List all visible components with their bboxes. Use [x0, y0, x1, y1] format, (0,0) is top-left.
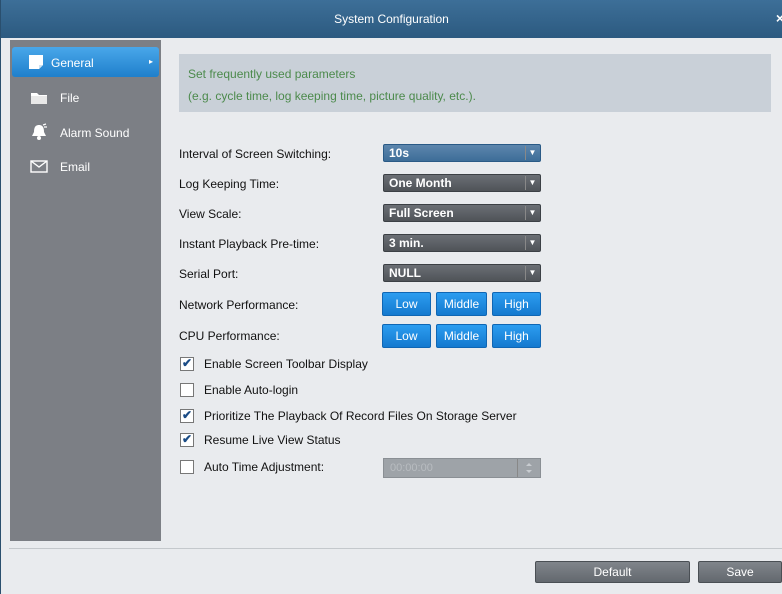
playback-pretime-select[interactable]: 3 min. ▼ — [383, 234, 541, 252]
bell-icon — [32, 123, 47, 140]
sidebar-item-label: Alarm Sound — [60, 126, 130, 140]
toolbar-display-checkbox[interactable]: ✔ — [180, 356, 194, 371]
chevron-down-icon: ▼ — [525, 176, 539, 190]
description-line-2: (e.g. cycle time, log keeping time, pict… — [188, 89, 476, 103]
toolbar-display-label: Enable Screen Toolbar Display — [204, 357, 368, 371]
window-title: System Configuration — [334, 12, 449, 26]
serial-port-label: Serial Port: — [179, 267, 239, 281]
chevron-down-icon: ▼ — [525, 266, 539, 280]
checkmark-icon: ✔ — [182, 432, 193, 446]
log-keeping-select[interactable]: One Month ▼ — [383, 174, 541, 192]
prioritize-playback-label: Prioritize The Playback Of Record Files … — [204, 409, 517, 423]
view-scale-value: Full Screen — [389, 206, 454, 220]
save-button[interactable]: Save — [698, 561, 782, 583]
chevron-right-icon: ▸ — [148, 57, 153, 66]
close-icon[interactable]: × — [776, 10, 782, 26]
log-keeping-label: Log Keeping Time: — [179, 177, 280, 191]
auto-time-field: 00:00:00 — [383, 458, 541, 478]
folder-icon — [31, 93, 47, 104]
sidebar-item-label: Email — [60, 160, 91, 174]
serial-port-value: NULL — [389, 266, 421, 280]
view-scale-select[interactable]: Full Screen ▼ — [383, 204, 541, 222]
interval-select[interactable]: 10s ▼ — [383, 144, 541, 162]
system-configuration-window: System Configuration × General ▸ File Al… — [0, 0, 782, 594]
interval-value: 10s — [389, 146, 410, 160]
log-keeping-value: One Month — [389, 176, 452, 190]
footer-divider — [9, 548, 782, 549]
cpu-middle-button[interactable]: Middle — [436, 324, 487, 348]
sidebar-item-alarm-sound[interactable]: Alarm Sound — [10, 117, 161, 147]
spinner-icon — [517, 459, 532, 477]
network-middle-button[interactable]: Middle — [436, 292, 487, 316]
description-box: Set frequently used parameters (e.g. cyc… — [179, 54, 771, 112]
prioritize-playback-checkbox[interactable]: ✔ — [180, 408, 194, 423]
network-low-button[interactable]: Low — [382, 292, 431, 316]
auto-login-label: Enable Auto-login — [204, 383, 299, 397]
cpu-performance-label: CPU Performance: — [179, 329, 280, 343]
sidebar-item-label: File — [60, 91, 80, 105]
chevron-down-icon: ▼ — [525, 146, 539, 160]
checkmark-icon: ✔ — [182, 408, 193, 422]
general-settings-panel: Set frequently used parameters (e.g. cyc… — [161, 40, 782, 541]
sidebar: General ▸ File Alarm Sound Email — [10, 40, 161, 541]
playback-pretime-label: Instant Playback Pre-time: — [179, 237, 320, 251]
title-bar[interactable]: System Configuration × — [1, 0, 782, 38]
description-line-1: Set frequently used parameters — [188, 67, 356, 81]
auto-time-value: 00:00:00 — [390, 462, 433, 474]
auto-time-checkbox[interactable] — [180, 460, 194, 474]
sidebar-item-file[interactable]: File — [10, 82, 161, 112]
auto-time-label: Auto Time Adjustment: — [204, 460, 325, 474]
envelope-icon — [30, 160, 48, 173]
auto-login-checkbox[interactable] — [180, 383, 194, 397]
default-button[interactable]: Default — [535, 561, 690, 583]
checkmark-icon: ✔ — [182, 356, 193, 370]
cpu-high-button[interactable]: High — [492, 324, 541, 348]
resume-live-view-label: Resume Live View Status — [204, 433, 341, 447]
chevron-down-icon: ▼ — [525, 236, 539, 250]
cpu-low-button[interactable]: Low — [382, 324, 431, 348]
network-high-button[interactable]: High — [492, 292, 541, 316]
playback-pretime-value: 3 min. — [389, 236, 424, 250]
view-scale-label: View Scale: — [179, 207, 242, 221]
sidebar-item-general[interactable]: General ▸ — [12, 47, 159, 77]
interval-label: Interval of Screen Switching: — [179, 147, 332, 161]
network-performance-label: Network Performance: — [179, 298, 299, 312]
chevron-down-icon: ▼ — [525, 206, 539, 220]
sidebar-item-email[interactable]: Email — [10, 151, 161, 181]
serial-port-select[interactable]: NULL ▼ — [383, 264, 541, 282]
sidebar-item-label: General — [51, 56, 94, 70]
general-page-icon — [29, 55, 43, 69]
resume-live-view-checkbox[interactable]: ✔ — [180, 432, 194, 447]
